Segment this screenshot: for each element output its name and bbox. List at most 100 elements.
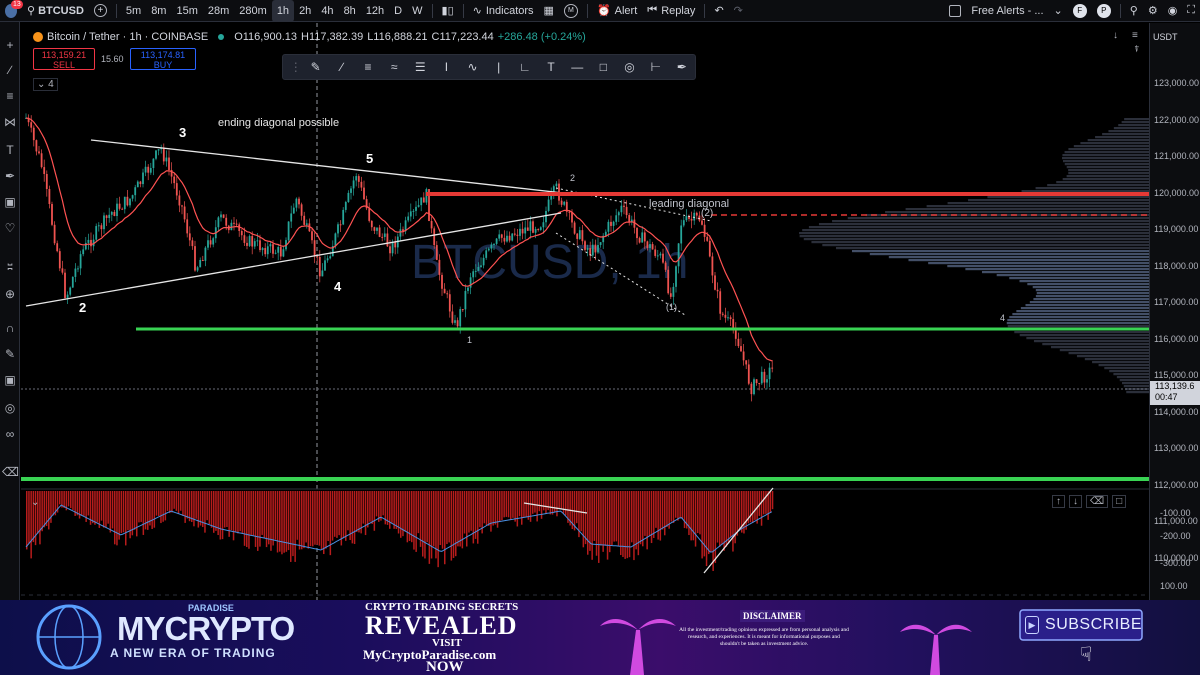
maximize-pane-icon[interactable]: □ (1112, 495, 1127, 508)
alert-button[interactable]: ⏰ Alert (592, 0, 642, 22)
line-icon[interactable]: ∕ (329, 55, 355, 79)
trash-icon[interactable]: ⌫ (2, 464, 19, 480)
vertical-line-icon[interactable]: | (486, 55, 512, 79)
small-wave-4-label[interactable]: 4 (1000, 313, 1005, 323)
badge-p[interactable]: P (1092, 0, 1116, 22)
interval-1h[interactable]: 1h (271, 0, 295, 22)
pencil-lock-icon[interactable]: ✎ (2, 346, 18, 362)
ruler-icon[interactable]: ⎶ (2, 260, 18, 276)
magnet-icon[interactable]: ∩ (2, 320, 18, 336)
quick-search-button[interactable]: ⚲ (1125, 0, 1143, 22)
price-chart[interactable]: BTCUSD, 1h ending diagonal possible lead… (21, 23, 1149, 600)
indicators-button[interactable]: ∿ Indicators (468, 0, 539, 22)
undo-button[interactable]: ↶ (709, 0, 728, 22)
oscillator-bar (404, 491, 406, 532)
free-alerts-toggle[interactable]: Free Alerts - ... (944, 0, 1048, 22)
rectangle-icon[interactable]: □ (590, 55, 616, 79)
zoom-icon[interactable]: ⊕ (2, 286, 18, 302)
interval-2h[interactable]: 2h (294, 0, 316, 22)
trendline-icon[interactable]: ∕ (2, 62, 18, 78)
symbol-title[interactable]: Bitcoin / Tether · 1h · COINBASE (47, 31, 208, 43)
ending-diagonal-note[interactable]: ending diagonal possible (218, 117, 339, 129)
buy-button[interactable]: 113,174.81 BUY (130, 48, 196, 70)
settings-button[interactable]: ⚙ (1143, 0, 1163, 22)
symbol-search[interactable]: ⚲ BTCUSD (22, 0, 89, 22)
price-axis[interactable]: USDT 123,000.00 122,000.00 121,000.00 120,0… (1149, 23, 1200, 600)
interval-280m[interactable]: 280m (234, 0, 272, 22)
chart-type-button[interactable]: ▮▯ (437, 0, 459, 22)
crosshair-icon[interactable]: + (2, 37, 18, 53)
wave-5-label[interactable]: 5 (366, 151, 373, 166)
eye-icon[interactable]: ◎ (2, 400, 18, 416)
pattern-icon[interactable]: ⋈ (2, 114, 18, 130)
wave-4-label[interactable]: 4 (334, 279, 342, 294)
snapshot-button[interactable]: ◉ (1163, 0, 1183, 22)
indicator-count: 4 (48, 79, 54, 90)
fullscreen-button[interactable]: ⛶ (1182, 0, 1200, 22)
volume-profile-bar (1036, 292, 1149, 295)
fib-retracement-icon[interactable]: ☰ (407, 55, 433, 79)
interval-D[interactable]: D (389, 0, 407, 22)
currency-label[interactable]: USDT (1153, 32, 1178, 42)
interval-8m[interactable]: 8m (146, 0, 171, 22)
redo-button[interactable]: ↷ (729, 0, 748, 22)
interval-15m[interactable]: 15m (171, 0, 202, 22)
wave-2-label[interactable]: 2 (79, 300, 86, 315)
text-tool-icon[interactable]: T (2, 142, 18, 158)
image-icon[interactable]: ▣ (2, 194, 18, 210)
leading-diagonal-note[interactable]: leading diagonal (649, 198, 729, 210)
replay-button[interactable]: ⏮ Replay (642, 0, 700, 22)
text-icon[interactable]: T (538, 55, 564, 79)
wave-3-label[interactable]: 3 (179, 125, 186, 140)
interval-W[interactable]: W (407, 0, 427, 22)
scroll-down-icon[interactable]: ↓ (1113, 30, 1118, 41)
subscribe-button[interactable]: ▶ SUBSCRIBE (1020, 610, 1142, 640)
compare-symbol-button[interactable]: + (89, 0, 112, 22)
upper-trendline[interactable] (90, 139, 582, 196)
candle-body (357, 176, 360, 182)
ruler-small-icon[interactable]: ⍒ (1134, 44, 1139, 55)
move-down-icon[interactable]: ↓ (1069, 495, 1082, 508)
sell-button[interactable]: 113,159.21 SELL (33, 48, 95, 70)
lock-icon[interactable]: ▣ (2, 372, 18, 388)
delete-pane-icon[interactable]: ⌫ (1086, 495, 1109, 508)
indicators-collapse[interactable]: ⌄ 4 (33, 78, 58, 91)
fib-icon[interactable]: ≡ (2, 88, 18, 104)
interval-28m[interactable]: 28m (203, 0, 234, 22)
elliott-wave-icon[interactable]: ∿ (460, 55, 486, 79)
oscillator-bar (301, 491, 303, 550)
candle-body (539, 227, 542, 230)
maximize-icon[interactable]: ≡ (1132, 30, 1138, 41)
measure-icon[interactable]: ⊢ (643, 55, 669, 79)
parallel-channel-icon[interactable]: ≡ (355, 55, 381, 79)
paren-wave-1-label[interactable]: (1) (666, 302, 677, 312)
avatar[interactable]: 13 (0, 0, 23, 22)
pane-collapse-icon[interactable]: ⌄ (31, 497, 39, 508)
interval-5m[interactable]: 5m (121, 0, 146, 22)
paren-wave-2-label[interactable]: (2) (701, 208, 713, 219)
candle-body (100, 225, 103, 230)
interval-12h[interactable]: 12h (361, 0, 389, 22)
path-icon[interactable]: ∟ (512, 55, 538, 79)
cursor-text-icon[interactable]: I (433, 55, 459, 79)
link-icon[interactable]: ∞ (2, 426, 18, 442)
regression-icon[interactable]: ≈ (381, 55, 407, 79)
osc-divergence-line[interactable] (703, 487, 774, 574)
pen-icon[interactable]: ✎ (303, 55, 329, 79)
interval-8h[interactable]: 8h (339, 0, 361, 22)
badge-f[interactable]: F (1068, 0, 1092, 22)
circle-icon[interactable]: ◎ (616, 55, 642, 79)
small-wave-1-label[interactable]: 1 (467, 335, 472, 345)
profile-badge-button[interactable]: M (559, 0, 583, 22)
free-alerts-dropdown[interactable]: ⌄ (1049, 0, 1068, 22)
brush-icon[interactable]: ✒ (2, 168, 18, 184)
move-up-icon[interactable]: ↑ (1052, 495, 1065, 508)
volume-profile-bar (1029, 301, 1149, 304)
small-wave-2-label[interactable]: 2 (570, 173, 575, 183)
drag-handle-icon[interactable]: ⋮ (289, 55, 303, 79)
horizontal-line-icon[interactable]: — (564, 55, 590, 79)
interval-4h[interactable]: 4h (316, 0, 338, 22)
brush-tool-icon[interactable]: ✒ (669, 55, 695, 79)
heart-icon[interactable]: ♡ (2, 220, 18, 236)
templates-button[interactable]: ▦ (539, 0, 559, 22)
